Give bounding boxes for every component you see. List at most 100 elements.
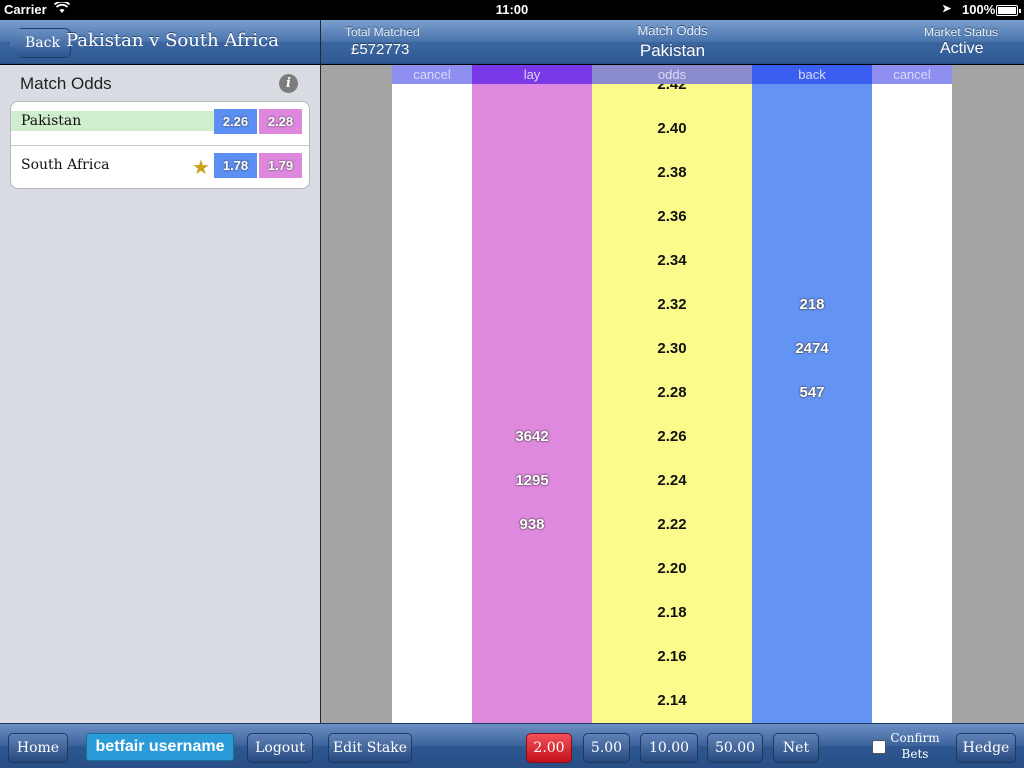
lay-cell[interactable] bbox=[472, 591, 592, 635]
lay-cell[interactable]: 1295 bbox=[472, 459, 592, 503]
cancel-lay-cell[interactable] bbox=[392, 679, 472, 723]
back-cell[interactable] bbox=[752, 459, 872, 503]
odds-cell[interactable]: 2.36 bbox=[592, 195, 752, 239]
back-cell[interactable] bbox=[752, 635, 872, 679]
ladder-row: 3642 2.26 bbox=[392, 415, 952, 459]
lay-cell[interactable] bbox=[472, 635, 592, 679]
back-cell[interactable]: 2474 bbox=[752, 327, 872, 371]
ladder-row: 2.28 547 bbox=[392, 371, 952, 415]
lay-cell[interactable] bbox=[472, 195, 592, 239]
back-button[interactable]: Back bbox=[8, 28, 71, 58]
section-title: Match Odds bbox=[20, 74, 112, 93]
net-button[interactable]: Net bbox=[773, 733, 819, 763]
back-cell[interactable]: 218 bbox=[752, 283, 872, 327]
back-cell[interactable] bbox=[752, 415, 872, 459]
cancel-back-cell[interactable] bbox=[872, 239, 952, 283]
cancel-back-cell[interactable] bbox=[872, 635, 952, 679]
cancel-back-cell[interactable] bbox=[872, 503, 952, 547]
back-cell[interactable] bbox=[752, 591, 872, 635]
back-price-button[interactable]: 2.26 bbox=[214, 109, 257, 134]
back-cell[interactable]: 547 bbox=[752, 371, 872, 415]
hedge-button[interactable]: Hedge bbox=[956, 733, 1016, 763]
runner-row-south-africa[interactable]: South Africa ★ 1.78 1.79 bbox=[11, 146, 309, 188]
odds-cell[interactable]: 2.20 bbox=[592, 547, 752, 591]
ladder-row: 2.16 bbox=[392, 635, 952, 679]
cancel-lay-cell[interactable] bbox=[392, 547, 472, 591]
cancel-lay-cell[interactable] bbox=[392, 239, 472, 283]
confirm-bets-checkbox[interactable] bbox=[872, 740, 886, 754]
odds-cell[interactable]: 2.24 bbox=[592, 459, 752, 503]
cancel-back-cell[interactable] bbox=[872, 151, 952, 195]
cancel-lay-cell[interactable] bbox=[392, 459, 472, 503]
ladder-row: 2.40 bbox=[392, 107, 952, 151]
lay-cell[interactable] bbox=[472, 107, 592, 151]
lay-cell[interactable] bbox=[472, 547, 592, 591]
cancel-lay-cell[interactable] bbox=[392, 151, 472, 195]
odds-cell[interactable]: 2.28 bbox=[592, 371, 752, 415]
back-cell[interactable] bbox=[752, 239, 872, 283]
cancel-lay-cell[interactable] bbox=[392, 591, 472, 635]
lay-price-button[interactable]: 1.79 bbox=[259, 153, 302, 178]
market-status-value: Active bbox=[940, 40, 984, 57]
cancel-back-cell[interactable] bbox=[872, 327, 952, 371]
star-icon: ★ bbox=[192, 157, 210, 179]
header-cancel-right[interactable]: cancel bbox=[872, 65, 952, 84]
cancel-back-cell[interactable] bbox=[872, 547, 952, 591]
back-cell[interactable] bbox=[752, 547, 872, 591]
odds-cell[interactable]: 2.26 bbox=[592, 415, 752, 459]
back-cell[interactable] bbox=[752, 107, 872, 151]
cancel-back-cell[interactable] bbox=[872, 107, 952, 151]
stake-button-4[interactable]: 50.00 bbox=[707, 733, 763, 763]
back-cell[interactable] bbox=[752, 195, 872, 239]
cancel-back-cell[interactable] bbox=[872, 371, 952, 415]
back-cell[interactable] bbox=[752, 503, 872, 547]
back-price-button[interactable]: 1.78 bbox=[214, 153, 257, 178]
info-icon[interactable]: i bbox=[279, 74, 298, 93]
header-cancel-left[interactable]: cancel bbox=[392, 65, 472, 84]
cancel-lay-cell[interactable] bbox=[392, 503, 472, 547]
cancel-lay-cell[interactable] bbox=[392, 635, 472, 679]
lay-cell[interactable] bbox=[472, 283, 592, 327]
back-cell[interactable] bbox=[752, 151, 872, 195]
odds-cell[interactable]: 2.40 bbox=[592, 107, 752, 151]
cancel-lay-cell[interactable] bbox=[392, 283, 472, 327]
edit-stake-button[interactable]: Edit Stake bbox=[328, 733, 412, 763]
cancel-back-cell[interactable] bbox=[872, 591, 952, 635]
cancel-back-cell[interactable] bbox=[872, 195, 952, 239]
stake-button-2[interactable]: 5.00 bbox=[583, 733, 630, 763]
username-field[interactable]: betfair username bbox=[86, 733, 234, 761]
odds-cell[interactable]: 2.30 bbox=[592, 327, 752, 371]
logout-button[interactable]: Logout bbox=[247, 733, 313, 763]
odds-cell[interactable]: 2.22 bbox=[592, 503, 752, 547]
lay-price-button[interactable]: 2.28 bbox=[259, 109, 302, 134]
lay-cell[interactable]: 938 bbox=[472, 503, 592, 547]
cancel-lay-cell[interactable] bbox=[392, 195, 472, 239]
cancel-lay-cell[interactable] bbox=[392, 107, 472, 151]
ladder-row: 2.38 bbox=[392, 151, 952, 195]
cancel-lay-cell[interactable] bbox=[392, 327, 472, 371]
back-cell[interactable] bbox=[752, 679, 872, 723]
odds-cell[interactable]: 2.14 bbox=[592, 679, 752, 723]
clock: 11:00 bbox=[495, 2, 529, 17]
odds-cell[interactable]: 2.38 bbox=[592, 151, 752, 195]
runner-row-pakistan[interactable]: Pakistan 2.26 2.28 bbox=[11, 102, 309, 146]
cancel-lay-cell[interactable] bbox=[392, 415, 472, 459]
stake-button-1[interactable]: 2.00 bbox=[526, 733, 572, 763]
cancel-lay-cell[interactable] bbox=[392, 371, 472, 415]
stake-button-3[interactable]: 10.00 bbox=[640, 733, 698, 763]
cancel-back-cell[interactable] bbox=[872, 415, 952, 459]
odds-cell[interactable]: 2.32 bbox=[592, 283, 752, 327]
lay-cell[interactable] bbox=[472, 327, 592, 371]
lay-cell[interactable]: 3642 bbox=[472, 415, 592, 459]
odds-cell[interactable]: 2.34 bbox=[592, 239, 752, 283]
cancel-back-cell[interactable] bbox=[872, 679, 952, 723]
odds-cell[interactable]: 2.18 bbox=[592, 591, 752, 635]
cancel-back-cell[interactable] bbox=[872, 459, 952, 503]
home-button[interactable]: Home bbox=[8, 733, 68, 763]
lay-cell[interactable] bbox=[472, 679, 592, 723]
lay-cell[interactable] bbox=[472, 239, 592, 283]
lay-cell[interactable] bbox=[472, 151, 592, 195]
cancel-back-cell[interactable] bbox=[872, 283, 952, 327]
lay-cell[interactable] bbox=[472, 371, 592, 415]
odds-cell[interactable]: 2.16 bbox=[592, 635, 752, 679]
